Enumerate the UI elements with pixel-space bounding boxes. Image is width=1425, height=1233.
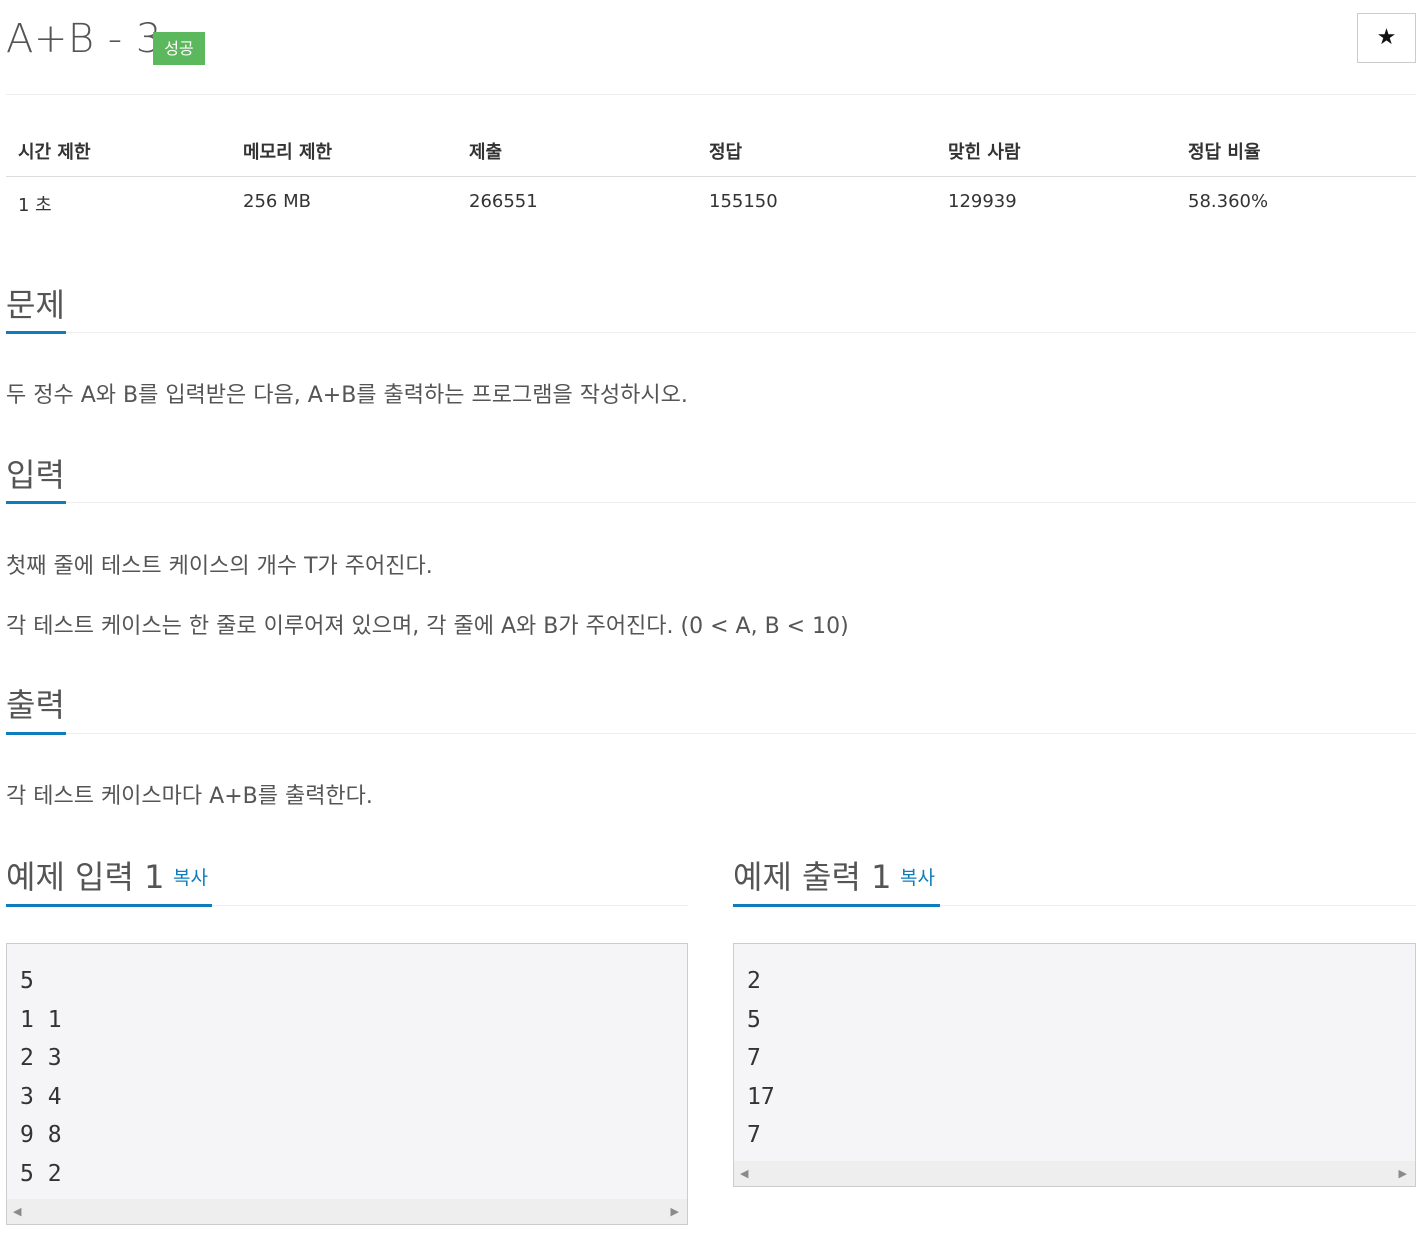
sample-input-line: 1 1 [20,1006,62,1033]
problem-title-underline [6,331,66,334]
input-title-underline [6,501,66,504]
problem-section-title: 문제 [6,286,65,324]
input-section-divider [6,502,1416,503]
favorite-star-button[interactable]: ★ [1357,13,1416,63]
sample-output-line: 5 [747,1006,761,1033]
input-description-line-1: 첫째 줄에 테스트 케이스의 개수 T가 주어진다. [6,554,433,579]
star-icon: ★ [1376,25,1397,50]
sample-output-copy-link[interactable]: 복사 [900,863,935,890]
sample-output-title: 예제 출력 1 [733,858,892,896]
sample-input-line: 2 3 [20,1045,62,1071]
sample-input-box[interactable]: 5 1 1 2 3 3 4 9 8 5 2 ◀ ▶ [6,943,688,1225]
sample-output-line: 17 [747,1083,775,1110]
scroll-left-arrow-icon[interactable]: ◀ [740,1167,748,1180]
page-title: A+B - 3 [6,16,162,62]
info-value-ratio: 58.360% [1188,191,1269,212]
info-value-solvers: 129939 [948,191,1017,212]
sample-input-scrollbar[interactable]: ◀ ▶ [7,1199,687,1224]
problem-description: 두 정수 A와 B를 입력받은 다음, A+B를 출력하는 프로그램을 작성하시… [6,383,688,408]
sample-output-lines: 2 5 7 17 7 [747,962,775,1155]
sample-output-line: 7 [747,1045,761,1071]
sample-output-header: 예제 출력 1 [733,852,1033,896]
info-header-submissions: 제출 [469,142,503,163]
sample-output-scrollbar[interactable]: ◀ ▶ [734,1161,1415,1186]
problem-header: A+B - 3 성공 ★ [6,0,1416,95]
sample-input-line: 9 8 [20,1122,62,1148]
status-badge: 성공 [153,32,205,65]
scroll-left-arrow-icon[interactable]: ◀ [13,1205,21,1218]
info-header-time-limit: 시간 제한 [18,142,91,163]
output-section-divider [6,733,1416,734]
info-header-memory-limit: 메모리 제한 [243,142,333,163]
info-header-row: 시간 제한 메모리 제한 제출 정답 맞힌 사람 정답 비율 [6,126,1416,177]
sample-input-line: 5 [20,968,34,994]
sample-input-title-underline [6,904,212,907]
output-description: 각 테스트 케이스마다 A+B를 출력한다. [6,784,373,809]
info-header-ratio: 정답 비율 [1188,142,1261,163]
info-header-solvers: 맞힌 사람 [948,142,1021,163]
sample-output-line: 2 [747,968,761,994]
info-value-row: 1 초 256 MB 266551 155150 129939 58.360% [6,177,1416,229]
scroll-right-arrow-icon[interactable]: ▶ [1399,1167,1407,1180]
info-value-accepted: 155150 [709,191,778,212]
info-value-submissions: 266551 [469,191,538,212]
sample-input-line: 5 2 [20,1160,62,1187]
info-value-time-limit: 1 초 [18,195,52,216]
sample-output-line: 7 [747,1122,761,1148]
input-section-header: 입력 [6,450,306,494]
output-section-header: 출력 [6,680,306,724]
info-value-memory-limit: 256 MB [243,191,311,212]
problem-section-header: 문제 [6,280,306,324]
input-section-title: 입력 [6,456,65,494]
sample-input-title: 예제 입력 1 [6,858,165,896]
info-header-accepted: 정답 [709,142,743,163]
output-title-underline [6,732,66,735]
sample-output-box[interactable]: 2 5 7 17 7 ◀ ▶ [733,943,1416,1187]
scroll-right-arrow-icon[interactable]: ▶ [671,1205,679,1218]
problem-info-table: 시간 제한 메모리 제한 제출 정답 맞힌 사람 정답 비율 1 초 256 M… [6,126,1416,229]
input-description-line-2: 각 테스트 케이스는 한 줄로 이루어져 있으며, 각 줄에 A와 B가 주어진… [6,614,849,639]
sample-output-title-underline [733,904,940,907]
problem-section-divider [6,332,1416,333]
sample-input-line: 3 4 [20,1083,62,1110]
output-section-title: 출력 [6,686,65,724]
sample-input-lines: 5 1 1 2 3 3 4 9 8 5 2 [20,962,62,1193]
sample-input-copy-link[interactable]: 복사 [173,863,208,890]
sample-input-header: 예제 입력 1 [6,852,306,896]
